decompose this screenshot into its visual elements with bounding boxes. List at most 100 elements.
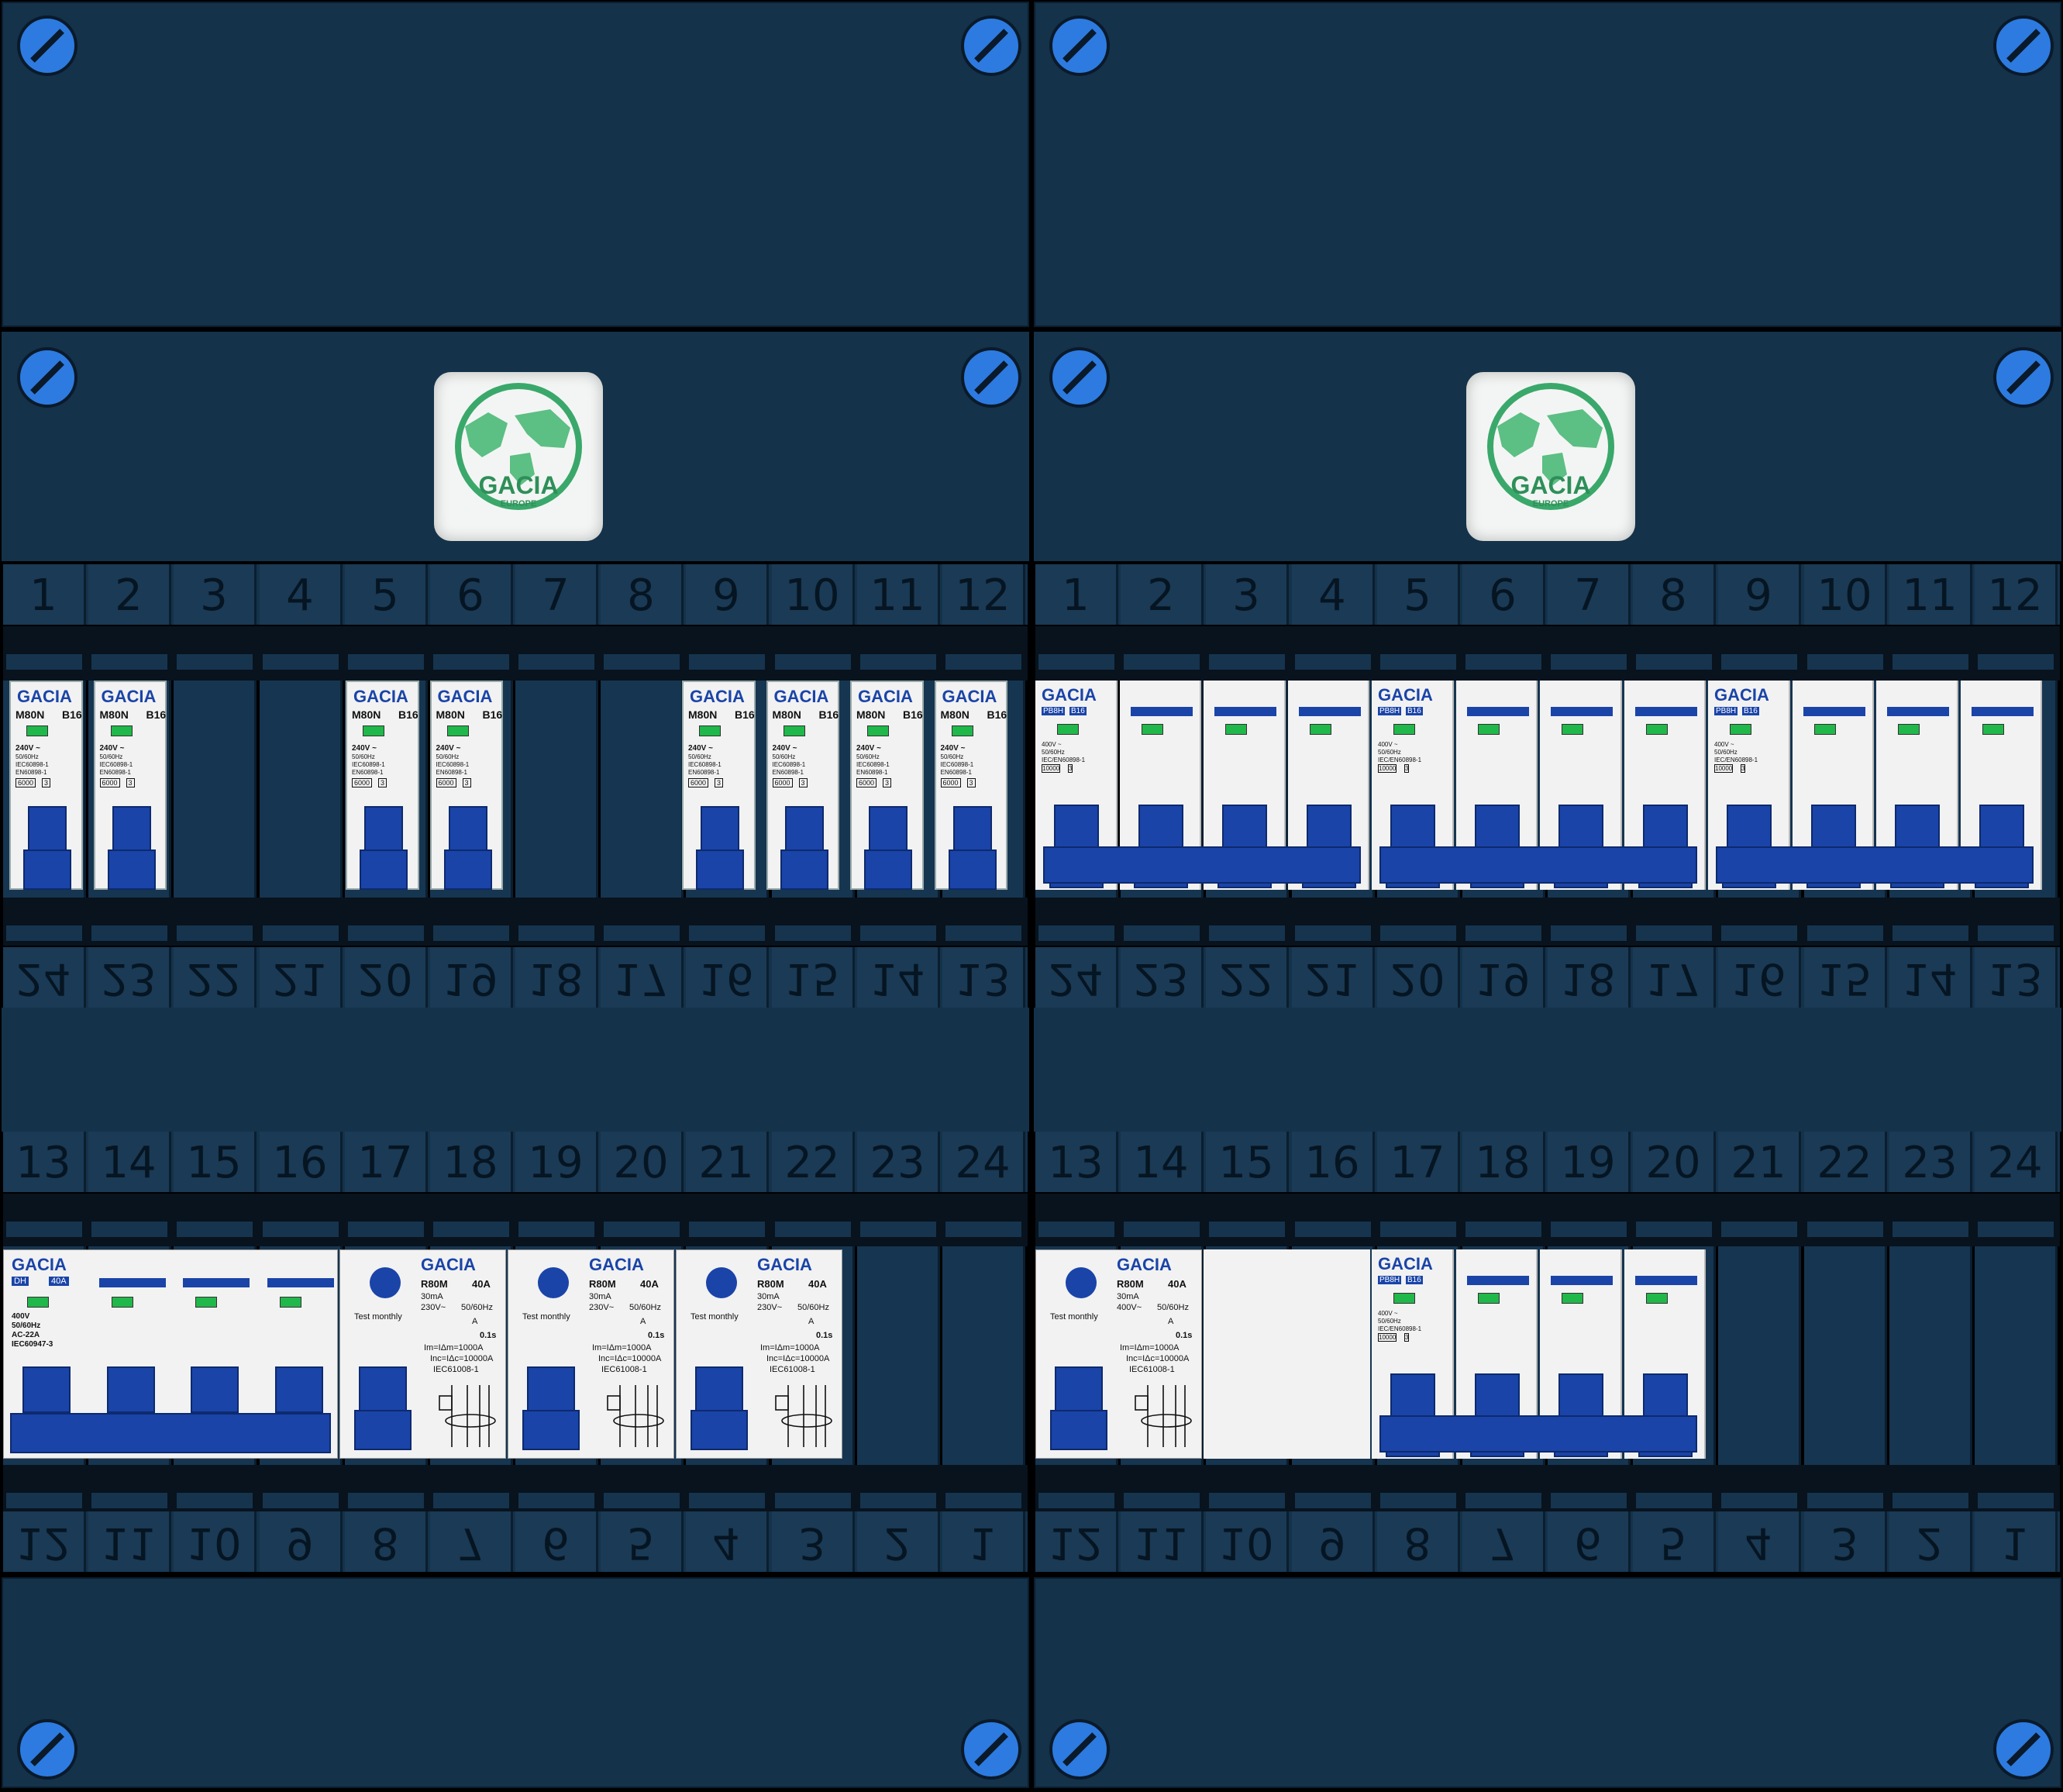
toggle-lever[interactable] bbox=[952, 806, 992, 851]
toggle-lever[interactable] bbox=[1390, 1373, 1435, 1418]
rail-clip bbox=[1209, 1222, 1285, 1237]
toggle-lever[interactable] bbox=[527, 1366, 575, 1411]
toggle-lever[interactable] bbox=[1727, 805, 1772, 849]
toggle-lever[interactable] bbox=[28, 806, 67, 851]
rail-clip bbox=[1893, 1222, 1968, 1237]
rcbo-voltage: 400V ~ bbox=[1714, 741, 1734, 748]
middle-cover-panel bbox=[1034, 1008, 2061, 1132]
toggle-lever[interactable] bbox=[274, 1366, 323, 1413]
rcd-sensitivity: 30mA bbox=[757, 1292, 780, 1301]
rcd-standard: IEC61008-1 bbox=[1129, 1365, 1175, 1374]
main-switch: GACIA DH 40A 400V 50/60Hz AC-22A IEC60947-3 bbox=[3, 1249, 338, 1459]
position-number: 9 bbox=[1744, 570, 1772, 621]
toggle-lever[interactable] bbox=[1306, 805, 1352, 849]
toggle-lever[interactable] bbox=[1979, 805, 2024, 849]
toggle-lever[interactable] bbox=[869, 806, 908, 851]
toggle-lever[interactable] bbox=[191, 1366, 239, 1413]
toggle-lever[interactable] bbox=[1810, 805, 1856, 849]
test-button-icon[interactable] bbox=[706, 1267, 737, 1298]
rail-clip bbox=[1295, 925, 1371, 941]
mcb-frequency: 50/60Hz bbox=[772, 753, 796, 760]
position-number: 4 bbox=[286, 570, 314, 621]
rail-clip bbox=[1209, 925, 1285, 941]
toggle-lever[interactable] bbox=[701, 806, 739, 851]
rcbo-frequency: 50/60Hz bbox=[1378, 1318, 1401, 1325]
rail-clip bbox=[1636, 1222, 1712, 1237]
rail-clip bbox=[775, 1222, 851, 1237]
mcb-model: M80N bbox=[99, 708, 129, 721]
rcbo-bar[interactable] bbox=[1043, 846, 1361, 884]
toggle-lever[interactable] bbox=[22, 1366, 71, 1413]
toggle-base bbox=[780, 849, 828, 890]
toggle-lever[interactable] bbox=[1054, 805, 1099, 849]
position-number-cell: 2 bbox=[857, 1511, 940, 1572]
toggle-lever[interactable] bbox=[784, 806, 824, 851]
device-label-bar bbox=[1634, 1276, 1697, 1285]
empty-slot bbox=[1804, 1246, 1887, 1465]
screw-slot bbox=[974, 360, 1008, 395]
position-number-cell: 4 bbox=[686, 1511, 769, 1572]
toggle-lever[interactable] bbox=[1895, 805, 1940, 849]
toggle-lever[interactable] bbox=[1474, 805, 1520, 849]
rcbo-bar[interactable] bbox=[1379, 846, 1697, 884]
distribution-board: GACIA EUROPE GACIA EUROPE 1 2 3 4 5 6 7 8 9 10 11 12 24 2… bbox=[0, 0, 2063, 1792]
gacia-europe-logo: GACIA EUROPE bbox=[1466, 372, 1635, 541]
rcd-inc: Inc=IΔc=10000A bbox=[598, 1354, 662, 1363]
globe-icon bbox=[455, 383, 582, 510]
position-number-cell: 23 bbox=[88, 947, 171, 1008]
position-number: 6 bbox=[542, 1518, 570, 1568]
position-number-cell: 10 bbox=[1206, 1511, 1289, 1572]
toggle-lever[interactable] bbox=[112, 806, 151, 851]
test-button-icon[interactable] bbox=[1066, 1267, 1097, 1298]
toggle-lever[interactable] bbox=[695, 1366, 743, 1411]
rcd-model: R80M bbox=[421, 1278, 448, 1290]
rail-clip bbox=[348, 1222, 424, 1237]
screw-icon bbox=[1993, 1719, 2054, 1780]
toggle-lever[interactable] bbox=[106, 1366, 155, 1413]
position-number-cell: 21 bbox=[1718, 1132, 1801, 1192]
test-button-icon[interactable] bbox=[538, 1267, 569, 1298]
rail-clip bbox=[1978, 925, 2054, 941]
rcd-trip-time: 0.1s bbox=[648, 1331, 665, 1340]
position-number: 4 bbox=[712, 1518, 740, 1568]
mcb-breaker: GACIA M80N B16 240V ~50/60Hz IEC60898-1 EN608… bbox=[766, 681, 839, 890]
toggle-lever[interactable] bbox=[359, 1366, 407, 1411]
toggle-lever[interactable] bbox=[1558, 1373, 1603, 1418]
position-number: 6 bbox=[1574, 1518, 1602, 1568]
toggle-lever[interactable] bbox=[1138, 805, 1183, 849]
mcb-voltage: 240V ~ bbox=[15, 744, 40, 753]
toggle-lever[interactable] bbox=[364, 806, 403, 851]
toggle-lever[interactable] bbox=[1474, 1373, 1520, 1418]
rcbo-capacity: 10000 bbox=[1714, 764, 1734, 773]
test-button-icon[interactable] bbox=[370, 1267, 401, 1298]
status-indicator bbox=[446, 725, 469, 736]
rail-clip bbox=[6, 1222, 82, 1237]
toggle-lever[interactable] bbox=[1222, 805, 1267, 849]
rcd-voltage: 230V~ bbox=[757, 1303, 783, 1312]
toggle-lever[interactable] bbox=[1390, 805, 1435, 849]
toggle-base bbox=[354, 1410, 412, 1450]
rcd-type: A bbox=[640, 1317, 646, 1326]
position-number: 20 bbox=[357, 953, 413, 1004]
screw-icon bbox=[1049, 347, 1110, 408]
rcbo-standard: IEC/EN60898-1 bbox=[1378, 1325, 1422, 1332]
rcd-trip-time: 0.1s bbox=[1176, 1331, 1193, 1340]
position-number: 8 bbox=[371, 1518, 399, 1568]
position-number: 17 bbox=[613, 953, 669, 1004]
status-indicator bbox=[1393, 724, 1415, 735]
rcbo-bar[interactable] bbox=[1716, 846, 2034, 884]
toggle-lever[interactable] bbox=[1055, 1366, 1103, 1411]
toggle-lever[interactable] bbox=[1642, 805, 1688, 849]
toggle-bar[interactable] bbox=[10, 1413, 331, 1453]
toggle-lever[interactable] bbox=[1642, 1373, 1688, 1418]
mcb-breaker: GACIA M80N B16 240V ~50/60Hz IEC60898-1 EN608… bbox=[429, 681, 503, 890]
rcbo-bar[interactable] bbox=[1379, 1415, 1697, 1453]
rcd-device: Test monthly GACIA R80M 40A 30mA 400V~ 50/60Hz… bbox=[1035, 1249, 1202, 1459]
toggle-lever[interactable] bbox=[1558, 805, 1603, 849]
rcbo-rating: B16 bbox=[1406, 1276, 1423, 1284]
toggle-lever[interactable] bbox=[448, 806, 487, 851]
mcb-standard-iec: IEC60898-1 bbox=[436, 761, 470, 768]
position-number-cell: 16 bbox=[1292, 1132, 1375, 1192]
rcbo-class: 3 bbox=[1068, 764, 1073, 773]
status-indicator bbox=[867, 725, 889, 736]
